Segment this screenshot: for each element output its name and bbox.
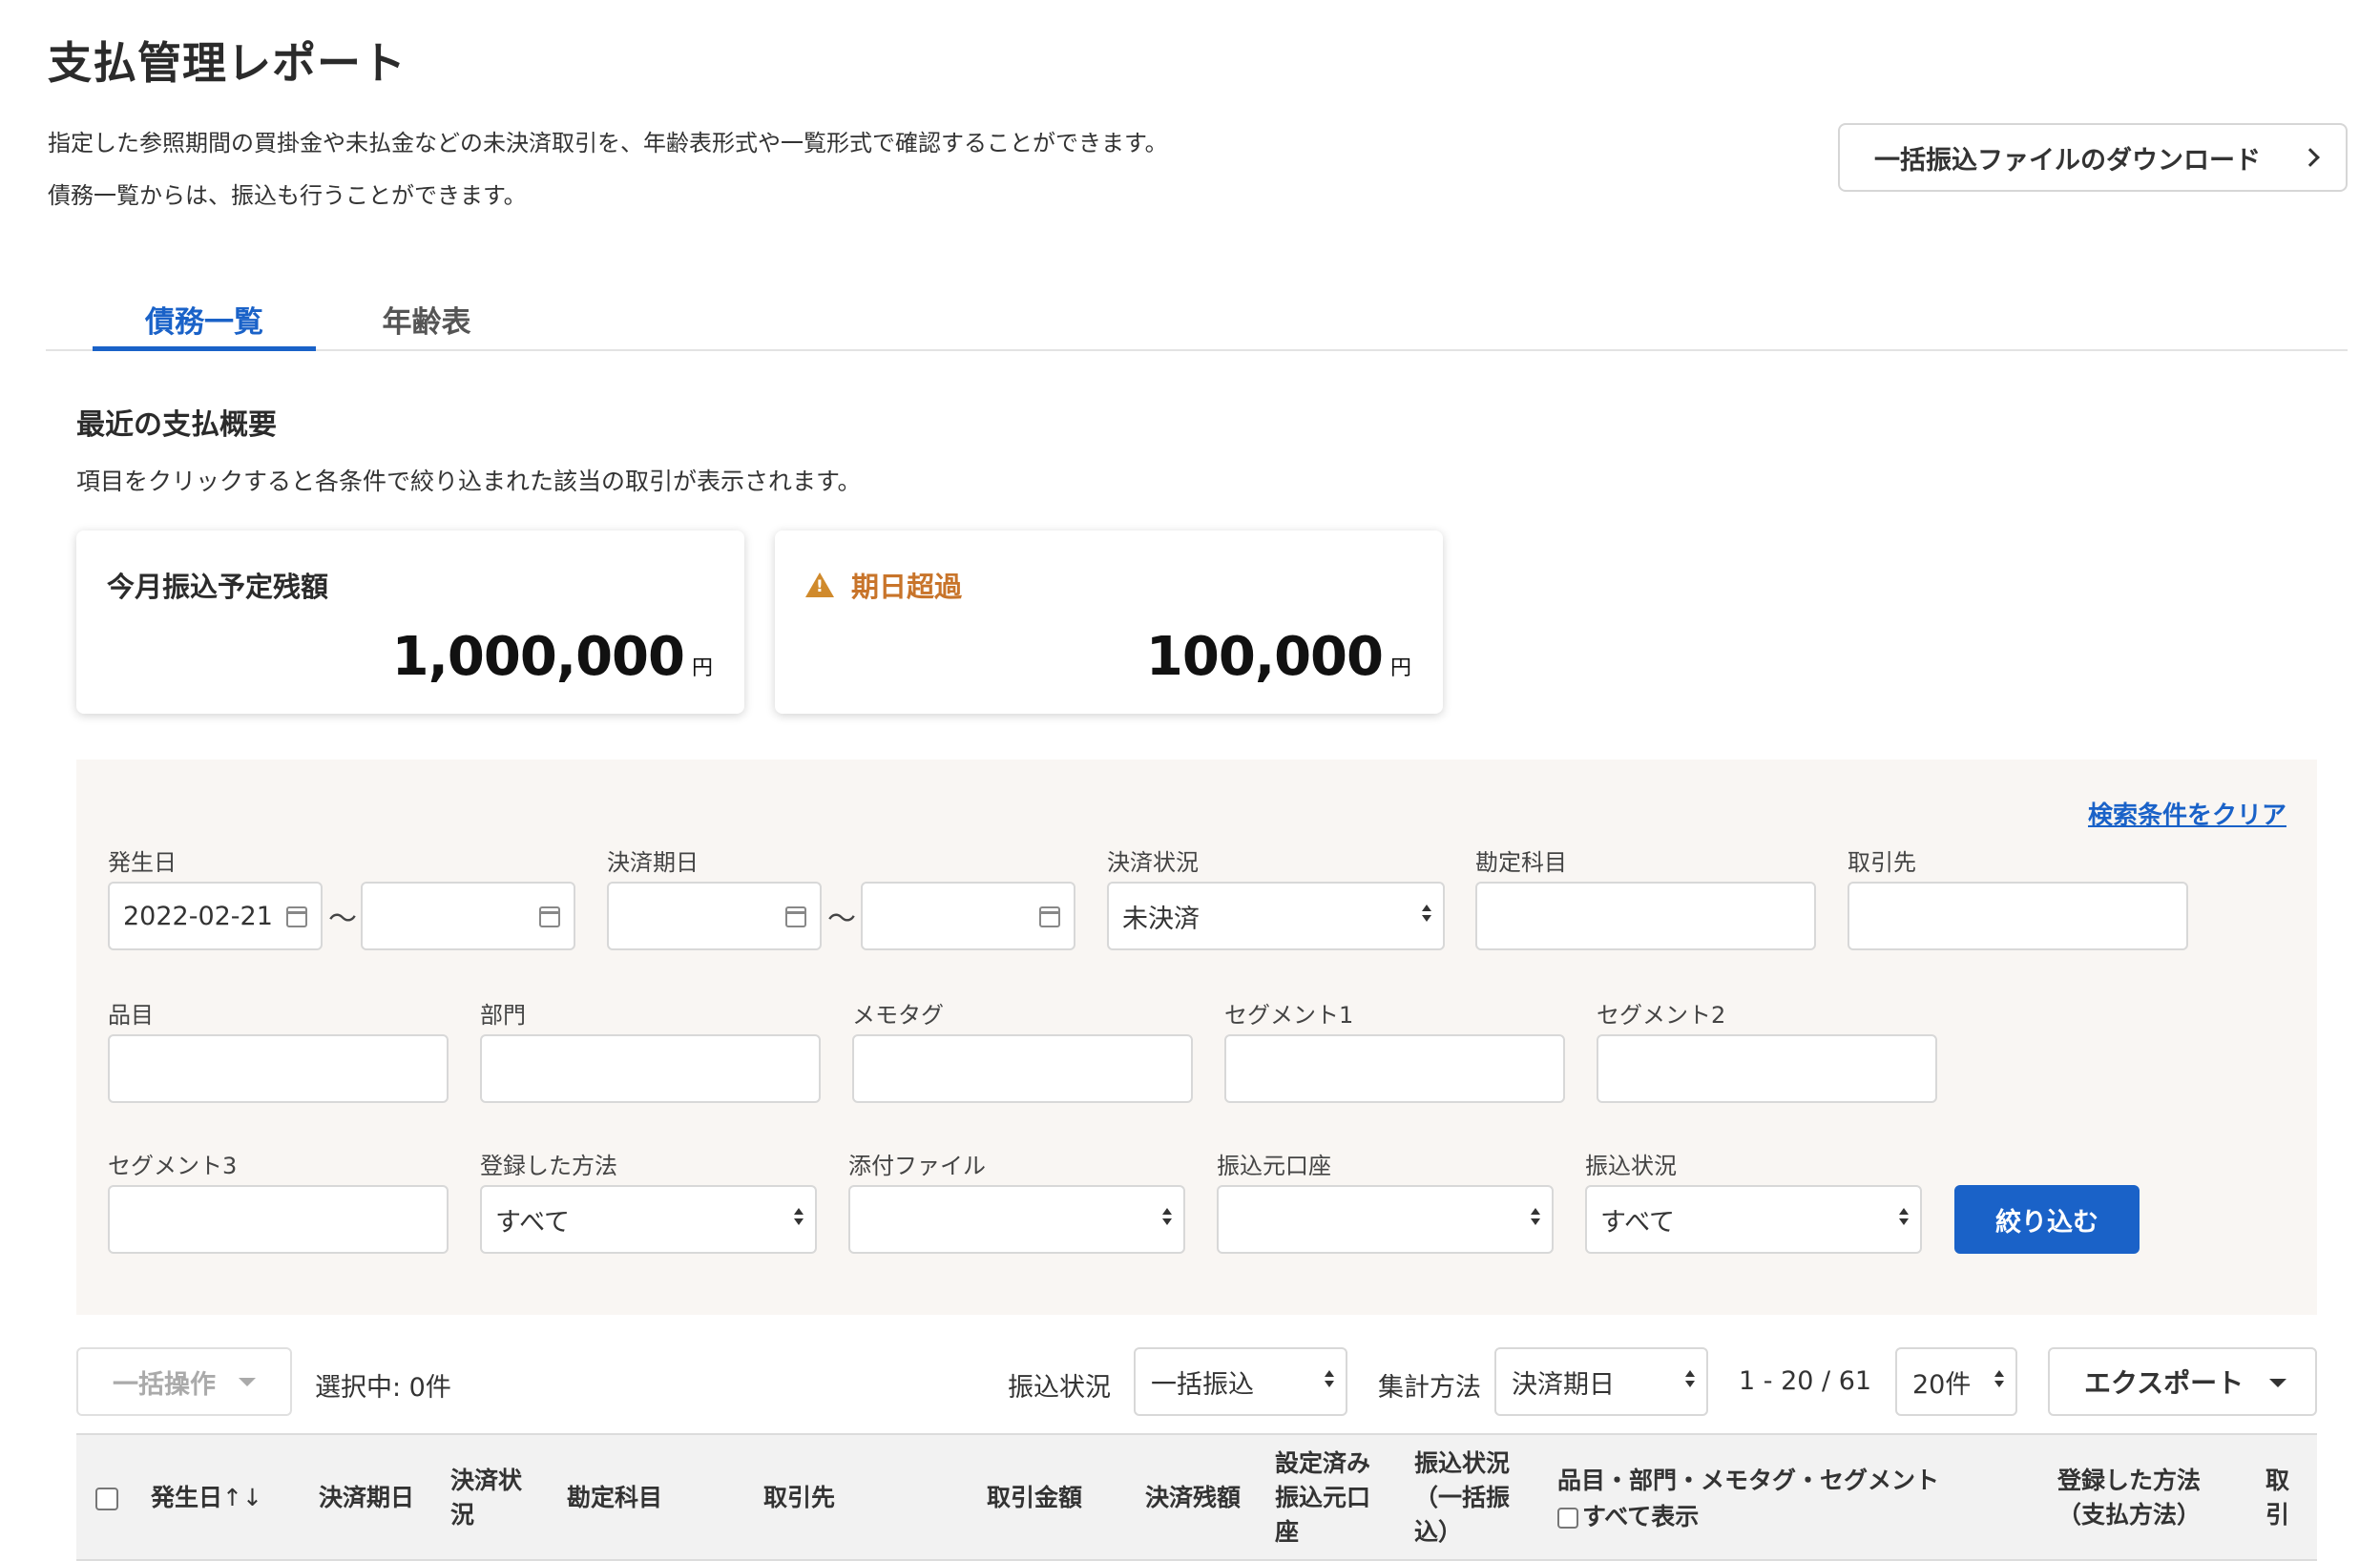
segment1-input[interactable] [1224,1034,1565,1103]
aggregation-label: 集計方法 [1378,1373,1481,1403]
column-amount: 取引金額 [987,1484,1083,1511]
show-all-tags-label[interactable]: すべて表示 [1582,1500,1699,1534]
account-item-label: 勘定科目 [1475,849,1567,876]
per-page-select[interactable]: 20件 [1895,1347,2017,1416]
column-due-date[interactable]: 決済期日 [319,1481,414,1515]
caret-down-icon [2269,1379,2286,1387]
transfer-status-filter-label: 振込状況 [1008,1373,1111,1403]
transfer-status-label: 振込状況 [1585,1153,1677,1179]
select-all-checkbox[interactable] [95,1488,118,1510]
select-arrows-icon [1899,1208,1909,1225]
filter-panel: 検索条件をクリア 発生日 2022-02-21 〜 決済期日 〜 決済状況 未決… [76,760,2317,1315]
column-issue-date[interactable]: 発生日↑↓ [151,1481,262,1515]
select-arrows-icon [794,1208,804,1225]
column-balance: 決済残額 [1145,1484,1242,1511]
pagination-info: 1 - 20 / 61 [1739,1366,1872,1396]
issue-date-to-input[interactable] [361,882,575,950]
select-arrows-icon [1994,1370,2004,1387]
item-label: 品目 [108,1002,154,1029]
sort-arrows-icon[interactable]: ↑↓ [222,1484,262,1511]
range-separator: 〜 [827,903,856,936]
issue-date-from-input[interactable]: 2022-02-21 [108,882,323,950]
summary-description: 項目をクリックすると各条件で絞り込まれた該当の取引が表示されます。 [76,468,862,495]
department-input[interactable] [480,1034,821,1103]
transfer-status-filter-select[interactable]: 一括振込 [1134,1347,1347,1416]
item-input[interactable] [108,1034,449,1103]
settlement-status-label: 決済状況 [1107,849,1199,876]
calendar-icon[interactable] [785,906,806,927]
department-label: 部門 [480,1002,526,1029]
due-date-to-input[interactable] [861,882,1075,950]
bulk-transfer-download-button[interactable]: 一括振込ファイルのダウンロード [1838,123,2348,192]
select-arrows-icon [1162,1208,1172,1225]
due-date-from-input[interactable] [607,882,822,950]
table-header: 発生日↑↓ 決済期日 決済状況 勘定科目 取引先 取引金額 決済残額 設定済み振… [76,1433,2317,1561]
calendar-icon[interactable] [539,906,560,927]
export-dropdown-button[interactable]: エクスポート [2048,1347,2317,1416]
card-value: 100,000 円 [1145,626,1411,688]
partner-label: 取引先 [1848,849,1916,876]
tab-aging-table[interactable]: 年齢表 [363,298,491,351]
summary-title: 最近の支払概要 [76,408,277,442]
registration-method-label: 登録した方法 [480,1153,617,1179]
partner-input[interactable] [1848,882,2188,950]
column-settlement-status: 決済状況 [450,1467,523,1529]
card-label: 期日超過 [805,565,962,605]
page-title: 支払管理レポート [48,37,407,89]
select-arrows-icon [1325,1370,1334,1387]
issue-date-label: 発生日 [108,849,177,876]
select-arrows-icon [1422,905,1431,922]
page-description-line1: 指定した参照期間の買掛金や未払金などの未決済取引を、年齢表形式や一覧形式で確認す… [48,130,1168,156]
memo-tag-label: メモタグ [852,1002,944,1029]
segment2-label: セグメント2 [1597,1002,1726,1029]
chevron-right-icon [2301,148,2320,167]
summary-card-overdue[interactable]: 期日超過 100,000円 [775,531,1443,714]
card-value: 1,000,000 円 [391,626,713,688]
warning-icon [805,572,834,597]
column-tags: 品目・部門・メモタグ・セグメント [1557,1467,1940,1494]
segment1-label: セグメント1 [1224,1002,1354,1029]
registration-method-select[interactable]: すべて [480,1185,817,1254]
summary-card-scheduled-balance[interactable]: 今月振込予定残額 1,000,000 円 [76,531,744,714]
apply-filter-button[interactable]: 絞り込む [1954,1185,2140,1254]
attachment-select[interactable] [848,1185,1185,1254]
column-source-account: 設定済み 振込元口座 [1275,1449,1371,1546]
column-transfer-status: 振込状況 （一括振 込） [1414,1449,1511,1546]
segment2-input[interactable] [1597,1034,1937,1103]
tab-debt-list[interactable]: 債務一覧 [93,298,316,351]
source-account-select[interactable] [1217,1185,1554,1254]
column-registration-method: 登録した方法 （支払方法） [2057,1467,2202,1529]
column-account-item: 勘定科目 [567,1484,663,1511]
bulk-action-dropdown[interactable]: 一括操作 [76,1347,292,1416]
select-arrows-icon [1685,1370,1695,1387]
card-label: 今月振込予定残額 [107,571,329,603]
account-item-input[interactable] [1475,882,1816,950]
column-transaction: 取引 [2265,1467,2290,1529]
calendar-icon[interactable] [286,906,307,927]
transfer-status-select[interactable]: すべて [1585,1185,1922,1254]
download-button-label: 一括振込ファイルのダウンロード [1874,145,2261,176]
caret-down-icon [239,1377,256,1386]
source-account-label: 振込元口座 [1217,1153,1331,1179]
due-date-label: 決済期日 [607,849,699,876]
memo-tag-input[interactable] [852,1034,1193,1103]
range-separator: 〜 [328,903,357,936]
page-description-line2: 債務一覧からは、振込も行うことができます。 [48,182,527,209]
settlement-status-select[interactable]: 未決済 [1107,882,1445,950]
show-all-tags-checkbox[interactable] [1557,1508,1578,1529]
selected-count: 選択中: 0件 [315,1373,451,1403]
column-partner: 取引先 [763,1484,836,1511]
attachment-label: 添付ファイル [848,1153,986,1179]
select-arrows-icon [1531,1208,1540,1225]
segment3-label: セグメント3 [108,1153,238,1179]
calendar-icon[interactable] [1039,906,1060,927]
aggregation-select[interactable]: 決済期日 [1494,1347,1708,1416]
clear-filters-link[interactable]: 検索条件をクリア [2088,796,2286,831]
segment3-input[interactable] [108,1185,449,1254]
